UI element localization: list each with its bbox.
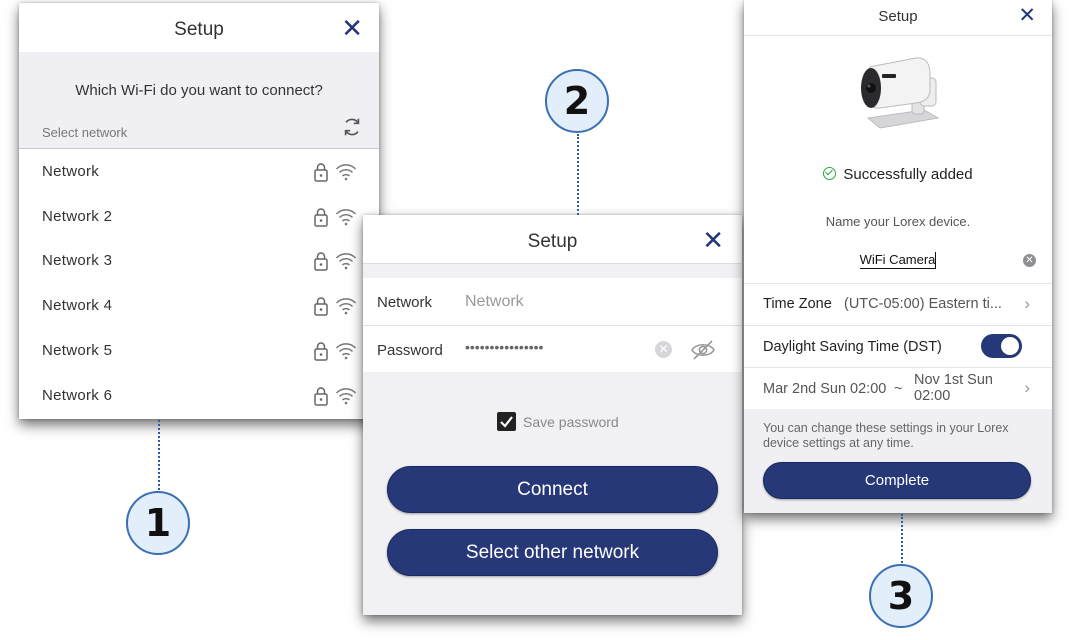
dst-separator: ~ bbox=[894, 381, 903, 397]
network-label: Network bbox=[377, 294, 433, 311]
settings-note: You can change these settings in your Lo… bbox=[763, 421, 1009, 450]
lock-icon bbox=[313, 251, 329, 272]
time-zone-row[interactable]: Time Zone (UTC-05:00) Eastern ti... › bbox=[744, 283, 1052, 325]
dst-start: Mar 2nd Sun 02:00 bbox=[763, 381, 887, 397]
step-2-badge: 2 bbox=[545, 69, 609, 133]
complete-button[interactable]: Complete bbox=[763, 462, 1031, 499]
toggle-knob bbox=[1001, 337, 1019, 355]
close-icon[interactable]: ✕ bbox=[1018, 5, 1036, 26]
device-name-input[interactable]: WiFi Camera bbox=[744, 252, 1052, 269]
lock-icon bbox=[313, 386, 329, 406]
check-icon bbox=[500, 416, 513, 428]
save-password-label: Save password bbox=[523, 414, 619, 430]
lock-icon bbox=[313, 341, 329, 361]
password-label: Password bbox=[377, 342, 443, 359]
name-prompt: Name your Lorex device. bbox=[825, 214, 971, 229]
dst-end-line1: Nov 1st Sun bbox=[914, 372, 993, 388]
check-circle-icon bbox=[823, 167, 837, 180]
save-password-checkbox[interactable] bbox=[497, 412, 516, 431]
time-zone-value: (UTC-05:00) Eastern ti... bbox=[844, 296, 1002, 312]
wifi-icon bbox=[335, 387, 357, 405]
lock-icon bbox=[313, 207, 329, 227]
device-name-value: WiFi Camera bbox=[859, 252, 937, 269]
success-text: Successfully added bbox=[843, 166, 973, 183]
network-field[interactable]: Network bbox=[465, 293, 524, 311]
network-name: Network 3 bbox=[42, 252, 113, 270]
select-network-label: Select network bbox=[42, 125, 128, 140]
network-name: Network 2 bbox=[42, 207, 113, 225]
save-password-row: Save password bbox=[363, 412, 742, 432]
network-name: Network 5 bbox=[42, 341, 113, 359]
network-item[interactable]: Network bbox=[19, 150, 379, 194]
header: Setup ✕ bbox=[744, 0, 1052, 36]
wifi-list-screen: Setup ✕ Which Wi-Fi do you want to conne… bbox=[19, 3, 379, 419]
network-name: Network 4 bbox=[42, 297, 113, 315]
select-other-network-button[interactable]: Select other network bbox=[387, 529, 718, 576]
wifi-icon bbox=[335, 163, 357, 181]
network-name: Network bbox=[42, 163, 100, 180]
clear-icon[interactable]: ✕ bbox=[655, 341, 672, 358]
time-zone-label: Time Zone bbox=[763, 296, 832, 312]
dst-end-line2: 02:00 bbox=[914, 388, 951, 404]
network-item[interactable]: Network 5 bbox=[19, 329, 379, 373]
step-3-connector bbox=[901, 514, 903, 566]
network-name: Network 6 bbox=[42, 386, 113, 404]
step-3-badge: 3 bbox=[869, 564, 933, 628]
network-item[interactable]: Network 2 bbox=[19, 195, 379, 239]
page-title: Setup bbox=[174, 19, 224, 40]
page-title: Setup bbox=[527, 231, 578, 252]
step-1-connector bbox=[158, 420, 160, 494]
footer: You can change these settings in your Lo… bbox=[744, 409, 1052, 513]
success-row: Successfully added bbox=[744, 166, 1052, 183]
dst-row: Daylight Saving Time (DST) bbox=[744, 325, 1052, 367]
wifi-icon bbox=[335, 342, 357, 360]
wifi-icon bbox=[335, 297, 357, 315]
password-row: Password •••••••••••••••• ✕ bbox=[363, 325, 742, 372]
eye-off-icon[interactable] bbox=[690, 339, 716, 361]
device-added-screen: Setup ✕ Successfully added Name your Lor… bbox=[744, 0, 1052, 513]
wifi-form: Network Network Password •••••••••••••••… bbox=[363, 278, 742, 372]
connect-button[interactable]: Connect bbox=[387, 466, 718, 513]
lock-icon bbox=[313, 162, 329, 182]
network-item[interactable]: Network 3 bbox=[19, 239, 379, 283]
network-item[interactable]: Network 6 bbox=[19, 374, 379, 418]
dst-range-row[interactable]: Mar 2nd Sun 02:00 ~ Nov 1st Sun 02:00 › bbox=[744, 367, 1052, 409]
camera-image bbox=[861, 57, 940, 129]
header: Setup ✕ bbox=[19, 3, 379, 52]
clear-icon[interactable]: ✕ bbox=[1023, 254, 1036, 267]
step-1-badge: 1 bbox=[126, 491, 190, 555]
step-2-connector bbox=[577, 134, 579, 215]
password-field[interactable]: •••••••••••••••• bbox=[465, 339, 543, 355]
wifi-icon bbox=[335, 252, 357, 270]
dst-toggle[interactable] bbox=[981, 334, 1022, 358]
wifi-icon bbox=[335, 208, 357, 226]
network-row: Network Network bbox=[363, 278, 742, 325]
wifi-password-screen: Setup ✕ Network Network Password •••••••… bbox=[363, 215, 742, 615]
header: Setup ✕ bbox=[363, 215, 742, 264]
network-prompt-section: Which Wi-Fi do you want to connect? Sele… bbox=[19, 52, 379, 149]
wifi-question: Which Wi-Fi do you want to connect? bbox=[75, 82, 323, 99]
lock-icon bbox=[313, 296, 329, 316]
dst-label: Daylight Saving Time (DST) bbox=[763, 339, 942, 355]
network-item[interactable]: Network 4 bbox=[19, 284, 379, 328]
close-icon[interactable]: ✕ bbox=[702, 227, 724, 253]
page-title: Setup bbox=[878, 8, 918, 25]
chevron-right-icon: › bbox=[1024, 378, 1030, 397]
dst-end: Nov 1st Sun 02:00 bbox=[914, 372, 993, 404]
close-icon[interactable]: ✕ bbox=[341, 15, 363, 41]
chevron-right-icon: › bbox=[1024, 294, 1030, 313]
refresh-icon[interactable] bbox=[341, 116, 363, 138]
